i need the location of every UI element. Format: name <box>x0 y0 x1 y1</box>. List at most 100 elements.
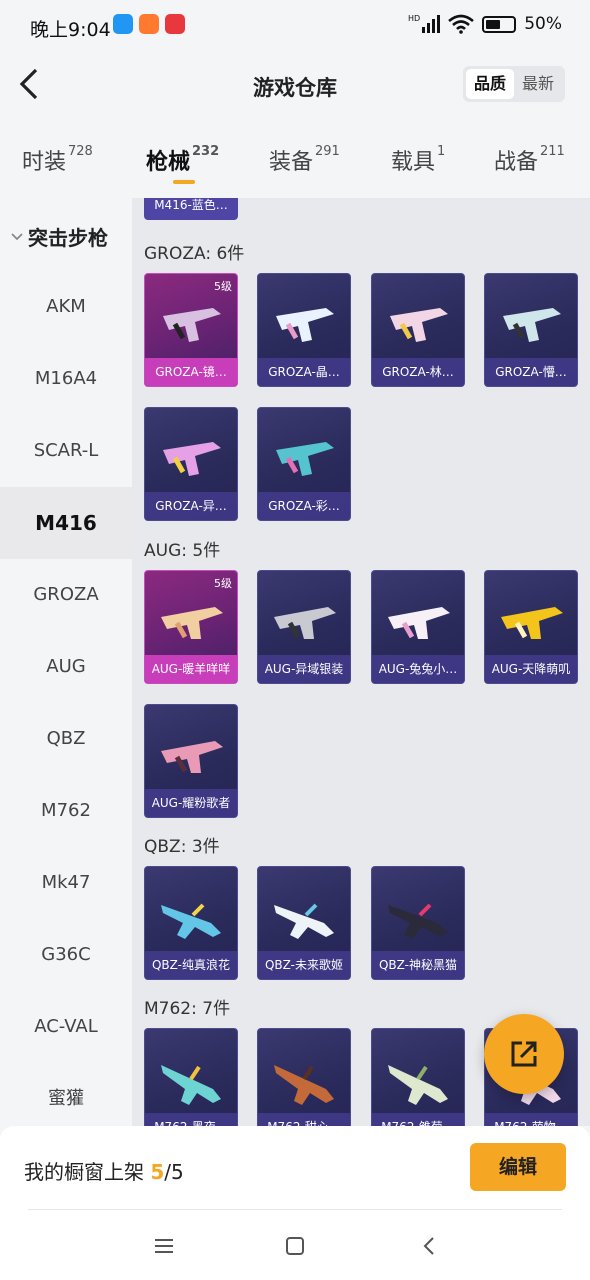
tab-battle-prep[interactable]: 战备 211 <box>494 144 565 176</box>
sidebar-item-m416[interactable]: M416 <box>0 487 132 559</box>
sort-option-latest[interactable]: 最新 <box>514 69 562 99</box>
sidebar-item-g36c[interactable]: G36C <box>0 919 132 991</box>
weapon-sidebar[interactable]: 突击步枪 AKM M16A4 SCAR-L M416 GROZA AUG QBZ… <box>0 198 132 1126</box>
rifle-icon <box>276 442 334 476</box>
chevron-down-icon <box>11 232 23 240</box>
status-time: 晚上9:04 <box>30 19 111 41</box>
partial-skin-card[interactable]: M416-蓝色… <box>144 198 238 220</box>
skin-name: GROZA-懵… <box>485 358 577 386</box>
sidebar-item-qbz[interactable]: QBZ <box>0 703 132 775</box>
menu-icon[interactable] <box>152 1234 176 1258</box>
section-title: AUG: 5件 <box>144 541 221 561</box>
skin-card[interactable]: GROZA-异… <box>144 407 238 521</box>
skin-card[interactable]: AUG-天降萌叽 <box>484 570 578 684</box>
tab-label: 时装 <box>22 150 67 175</box>
skin-card[interactable]: M762-黑夜… <box>144 1028 238 1126</box>
skin-card[interactable]: 5级 GROZA-镜… <box>144 273 238 387</box>
sidebar-group-header[interactable]: 突击步枪 <box>10 222 108 251</box>
wifi-icon <box>448 14 475 34</box>
sidebar-item-ac-val[interactable]: AC-VAL <box>0 991 132 1063</box>
tab-label: 战备 <box>494 150 539 175</box>
skin-card[interactable]: AUG-兔兔小… <box>371 570 465 684</box>
rifle-icon <box>161 903 221 939</box>
sort-option-quality[interactable]: 品质 <box>465 69 514 99</box>
category-tabs: 时装 728 枪械 232 装备 291 载具 1 战备 211 <box>0 130 590 198</box>
skin-name: QBZ-未来歌姬 <box>258 951 350 979</box>
skin-card[interactable]: AUG-耀粉歌者 <box>144 704 238 818</box>
sidebar-item-honey-badger[interactable]: 蜜獾 <box>0 1063 132 1126</box>
home-icon[interactable] <box>283 1234 307 1258</box>
skin-card[interactable]: QBZ-神秘黑猫 <box>371 866 465 980</box>
rifle-icon <box>276 308 334 342</box>
section-title: M762: 7件 <box>144 999 231 1019</box>
skin-name: GROZA-异… <box>145 492 237 520</box>
tab-count: 211 <box>540 144 565 159</box>
skin-card[interactable]: GROZA-晶… <box>257 273 351 387</box>
skin-card[interactable]: GROZA-林… <box>371 273 465 387</box>
network-type: HD <box>408 14 421 23</box>
skin-card[interactable]: 5级 AUG-暖羊咩咩 <box>144 570 238 684</box>
tab-count: 232 <box>192 144 220 159</box>
share-external-icon <box>511 1041 537 1067</box>
skin-name: M762-黑夜… <box>145 1113 237 1126</box>
rifle-icon <box>388 1065 448 1105</box>
signal-icon: HD <box>408 14 441 33</box>
sidebar-item-mk47[interactable]: Mk47 <box>0 847 132 919</box>
skin-name: GROZA-镜… <box>145 358 237 386</box>
tab-count: 728 <box>68 144 93 159</box>
sort-toggle[interactable]: 品质 最新 <box>462 66 565 102</box>
battery-icon <box>482 15 517 33</box>
sidebar-item-scar-l[interactable]: SCAR-L <box>0 415 132 487</box>
showcase-total: /5 <box>164 1160 184 1184</box>
app-notification-icon <box>113 14 133 34</box>
active-tab-indicator <box>173 180 195 184</box>
sidebar-item-groza[interactable]: GROZA <box>0 559 132 631</box>
skin-card[interactable]: GROZA-懵… <box>484 273 578 387</box>
showcase-bar: 我的橱窗上架 5/5 编辑 <box>0 1126 590 1210</box>
system-nav-bar <box>0 1210 590 1280</box>
tab-vehicles[interactable]: 载具 1 <box>391 144 445 176</box>
rifle-icon <box>390 308 448 342</box>
tab-firearms[interactable]: 枪械 232 <box>146 144 219 176</box>
battery-text: 50% <box>524 14 562 34</box>
skin-name: M762-雏菊… <box>372 1113 464 1126</box>
skin-name: GROZA-晶… <box>258 358 350 386</box>
skin-card[interactable]: GROZA-彩… <box>257 407 351 521</box>
back-icon[interactable] <box>418 1234 442 1258</box>
rifle-icon <box>274 903 334 939</box>
skin-grid[interactable]: M416-蓝色… GROZA: 6件 5级 GROZA-镜… GROZA-晶… … <box>132 198 590 1126</box>
tab-fashion[interactable]: 时装 728 <box>22 144 93 176</box>
skin-card[interactable]: AUG-异域银装 <box>257 570 351 684</box>
sidebar-item-m16a4[interactable]: M16A4 <box>0 343 132 415</box>
video-notification-icon <box>165 14 185 34</box>
showcase-label: 我的橱窗上架 <box>24 1160 144 1184</box>
skin-name: AUG-异域银装 <box>258 655 350 683</box>
rifle-icon <box>388 607 450 639</box>
skin-name: AUG-天降萌叽 <box>485 655 577 683</box>
sidebar-item-m762[interactable]: M762 <box>0 775 132 847</box>
edit-button[interactable]: 编辑 <box>470 1143 566 1191</box>
sidebar-group-label: 突击步枪 <box>28 226 108 250</box>
showcase-status: 我的橱窗上架 5/5 <box>24 1156 184 1185</box>
status-bar: 晚上9:04 HD 50% <box>0 0 590 54</box>
sidebar-item-akm[interactable]: AKM <box>0 271 132 343</box>
tab-equipment[interactable]: 装备 291 <box>269 144 340 176</box>
rifle-icon <box>161 741 223 773</box>
share-button[interactable] <box>484 1014 564 1094</box>
showcase-used-count: 5 <box>150 1160 165 1184</box>
skin-name: AUG-兔兔小… <box>372 655 464 683</box>
sidebar-item-aug[interactable]: AUG <box>0 631 132 703</box>
skin-card[interactable]: QBZ-未来歌姬 <box>257 866 351 980</box>
tab-label: 载具 <box>391 150 436 175</box>
skin-card[interactable]: M762-雏菊… <box>371 1028 465 1126</box>
tab-label: 装备 <box>269 150 314 175</box>
skin-name: M762-甜心… <box>258 1113 350 1126</box>
skin-name: AUG-耀粉歌者 <box>145 789 237 817</box>
rifle-icon <box>501 607 563 639</box>
skin-name: GROZA-彩… <box>258 492 350 520</box>
section-title: QBZ: 3件 <box>144 837 220 857</box>
section-title: GROZA: 6件 <box>144 244 245 264</box>
skin-card[interactable]: QBZ-纯真浪花 <box>144 866 238 980</box>
rifle-icon <box>388 903 448 939</box>
skin-card[interactable]: M762-甜心… <box>257 1028 351 1126</box>
